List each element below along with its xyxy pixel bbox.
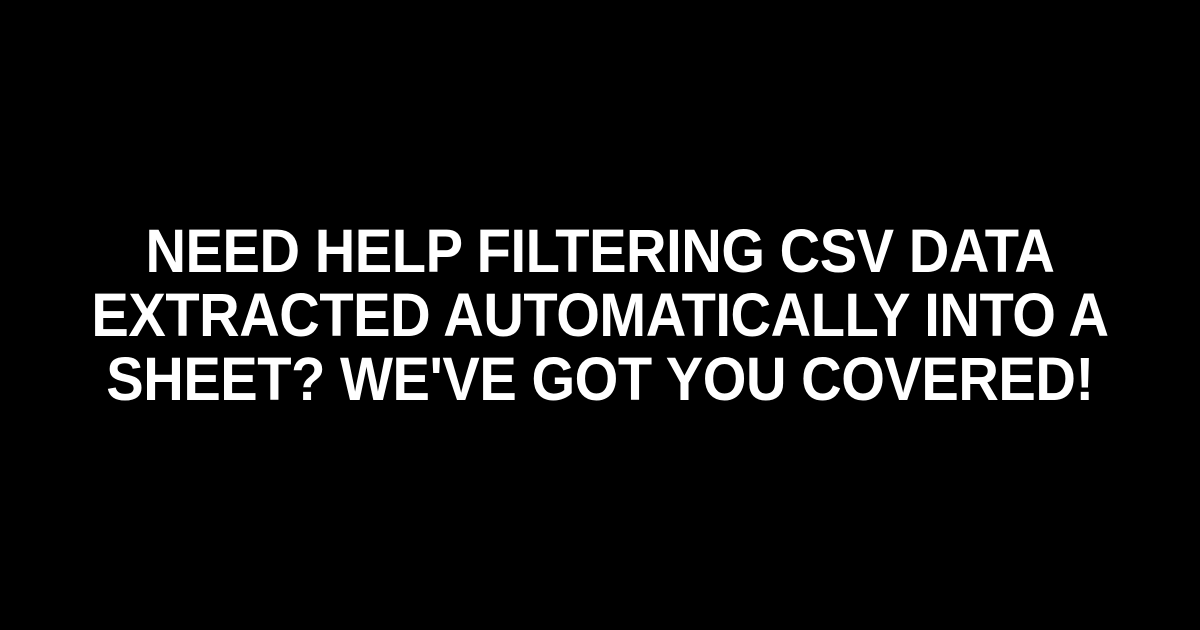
headline-text: Need Help Filtering CSV Data Extracted A…: [48, 219, 1152, 411]
